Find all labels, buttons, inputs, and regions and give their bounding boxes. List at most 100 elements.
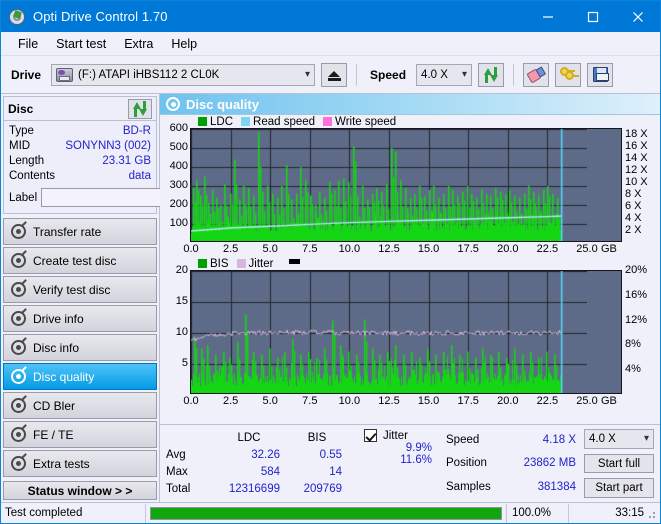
- y-tick-label: 400: [170, 160, 188, 172]
- start-full-button[interactable]: Start full: [584, 454, 654, 474]
- x-tick-label: 12.5: [378, 395, 399, 407]
- sidebar-item-label: CD Bler: [33, 399, 75, 413]
- legend-label: BIS: [210, 258, 229, 270]
- jitter-header: Jitter: [364, 429, 432, 442]
- test-speed-select[interactable]: 4.0 X ▾: [584, 429, 654, 449]
- menu-bar: File Start test Extra Help: [1, 32, 660, 56]
- minimize-icon[interactable]: [525, 1, 570, 32]
- ldc-y-axis: 100200300400500600: [160, 128, 190, 242]
- refresh-button[interactable]: [478, 63, 504, 87]
- samples-key: Samples: [446, 481, 504, 493]
- sidebar-item-disc-info[interactable]: Disc info: [3, 334, 157, 361]
- disc-label-key: Label: [9, 192, 37, 204]
- status-window-button[interactable]: Status window > >: [3, 481, 157, 500]
- disc-icon: [11, 369, 26, 384]
- save-icon: [593, 67, 608, 82]
- stats-panel: LDC BIS Avg 32.26 0.55 Max 584 14 Total …: [160, 424, 660, 502]
- disc-icon: [11, 253, 26, 268]
- y-tick-label: 100: [170, 217, 188, 229]
- y-tick-label: 300: [170, 179, 188, 191]
- disc-row-contents: Contents data: [9, 169, 151, 184]
- right-axis-tick-label: 12 X: [625, 164, 648, 176]
- disc-row-length: Length 23.31 GB: [9, 154, 151, 169]
- y-tick-label: 600: [170, 122, 188, 134]
- sidebar-item-label: Extra tests: [33, 457, 90, 471]
- sidebar-item-label: Disc quality: [33, 370, 94, 384]
- disc-refresh-button[interactable]: [128, 99, 152, 119]
- menu-extra[interactable]: Extra: [115, 34, 162, 54]
- menu-help[interactable]: Help: [162, 34, 206, 54]
- stats-max-bis: 14: [286, 466, 348, 478]
- save-button[interactable]: [587, 63, 613, 87]
- keys-button[interactable]: [555, 63, 581, 87]
- erase-button[interactable]: [523, 63, 549, 87]
- disc-row-key: MID: [9, 139, 30, 154]
- disc-icon: [11, 456, 26, 471]
- sidebar-item-transfer-rate[interactable]: Transfer rate: [3, 218, 157, 245]
- speed-select[interactable]: 4.0 X ▾: [416, 64, 472, 86]
- action-buttons: 4.0 X ▾ Start full Start part: [584, 429, 654, 498]
- sidebar-item-drive-info[interactable]: Drive info: [3, 305, 157, 332]
- sidebar-item-verify-test-disc[interactable]: Verify test disc: [3, 276, 157, 303]
- menu-start-test[interactable]: Start test: [47, 34, 115, 54]
- ldc-plot-area: [190, 128, 622, 242]
- app-body: Disc Type BD-R MID SONYNN3 (002): [1, 94, 660, 502]
- eject-button[interactable]: [321, 63, 347, 87]
- progress-container: [146, 507, 506, 520]
- sidebar-item-extra-tests[interactable]: Extra tests: [3, 450, 157, 477]
- disc-panel-title: Disc: [8, 102, 33, 116]
- stats-row-total-label: Total: [166, 483, 212, 495]
- refresh-icon: [132, 101, 148, 117]
- x-axis-unit: GB: [601, 395, 617, 407]
- menu-file[interactable]: File: [9, 34, 47, 54]
- disc-icon: [11, 282, 26, 297]
- disc-panel-header: Disc: [4, 97, 156, 121]
- disc-icon: [11, 398, 26, 413]
- chart-marker-icon: [289, 259, 300, 264]
- legend-label: Jitter: [249, 258, 274, 270]
- chevron-down-icon: ▾: [454, 69, 467, 80]
- legend-write-speed: Write speed: [323, 116, 396, 128]
- sidebar-nav: Transfer rate Create test disc Verify te…: [3, 218, 157, 477]
- maximize-icon[interactable]: [570, 1, 615, 32]
- x-tick-label: 25.0: [576, 243, 597, 255]
- disc-row-value: SONYNN3 (002): [65, 139, 151, 154]
- status-bar: Test completed 100.0% 33:15: [1, 502, 660, 523]
- jitter-column: Jitter 9.9% 11.6%: [364, 429, 432, 498]
- sidebar-item-label: FE / TE: [33, 428, 73, 442]
- sidebar-item-create-test-disc[interactable]: Create test disc: [3, 247, 157, 274]
- y-tick-label: 5: [182, 357, 188, 369]
- progress-bar: [150, 507, 502, 520]
- sidebar: Disc Type BD-R MID SONYNN3 (002): [1, 94, 160, 502]
- main-panel: Disc quality LDC Read speed: [160, 94, 660, 502]
- stats-row-max-label: Max: [166, 466, 212, 478]
- bis-x-axis: 0.02.55.07.510.012.515.017.520.022.525.0…: [190, 394, 660, 409]
- start-part-button[interactable]: Start part: [584, 478, 654, 498]
- ldc-chart-legend: LDC Read speed Write speed: [160, 115, 660, 128]
- x-tick-label: 17.5: [457, 395, 478, 407]
- eraser-icon: [526, 65, 546, 83]
- sidebar-item-cd-bler[interactable]: CD Bler: [3, 392, 157, 419]
- speed-column: Speed 4.18 X Position 23862 MB Samples 3…: [446, 429, 576, 498]
- ldc-chart: LDC Read speed Write speed 1002003004005…: [160, 115, 660, 257]
- disc-row-value: 23.31 GB: [102, 154, 151, 169]
- legend-label: Read speed: [253, 116, 315, 128]
- disc-icon: [11, 224, 26, 239]
- disc-panel: Disc Type BD-R MID SONYNN3 (002): [3, 96, 157, 214]
- sidebar-item-label: Drive info: [33, 312, 84, 326]
- legend-swatch: [198, 117, 207, 126]
- disc-icon: [166, 97, 180, 111]
- bis-jitter-chart: BIS Jitter 5101520 4%8%12%16%20%: [160, 257, 660, 409]
- close-icon[interactable]: [615, 1, 660, 32]
- drive-select[interactable]: (F:) ATAPI iHBS112 2 CL0K ▾: [51, 64, 315, 86]
- sidebar-item-fe-te[interactable]: FE / TE: [3, 421, 157, 448]
- sidebar-item-disc-quality[interactable]: Disc quality: [3, 363, 157, 390]
- app-window: Opti Drive Control 1.70 File Start test …: [0, 0, 661, 524]
- bis-y-axis: 5101520: [160, 270, 190, 394]
- resize-grip-icon: [647, 510, 657, 520]
- legend-label: LDC: [210, 116, 233, 128]
- speed-key: Speed: [446, 434, 504, 446]
- bis-right-axis: 4%8%12%16%20%: [622, 270, 660, 394]
- jitter-checkbox[interactable]: [364, 429, 377, 442]
- right-axis-tick-label: 16%: [625, 289, 647, 301]
